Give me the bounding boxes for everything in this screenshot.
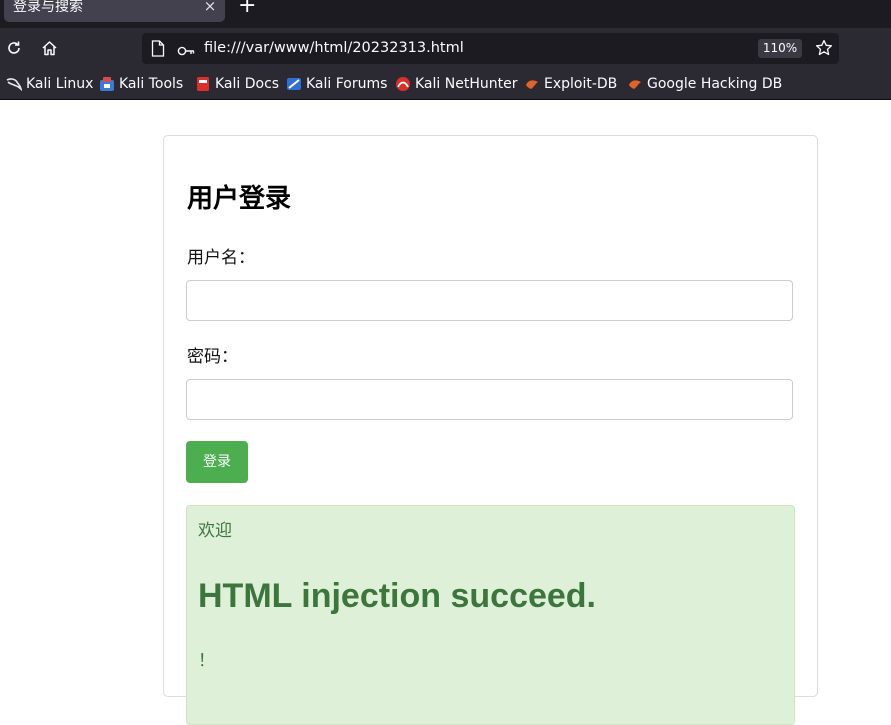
- bookmark-kali-nethunter[interactable]: Kali NetHunter: [395, 69, 517, 99]
- bookmark-label: Kali Docs: [215, 76, 280, 92]
- bookmark-kali-forums[interactable]: Kali Forums: [286, 69, 387, 99]
- kali-nethunter-icon: [396, 77, 410, 91]
- navigation-bar: file:///var/www/html/20232313.html 110%: [0, 28, 891, 69]
- bookmark-kali-tools[interactable]: Kali Tools: [99, 69, 183, 99]
- bookmark-label: Kali Forums: [306, 76, 388, 92]
- bookmarks-toolbar: Kali Linux Kali Tools Kali Docs Kali For…: [0, 69, 891, 100]
- exploit-db-icon: [526, 80, 538, 89]
- bookmark-label: Kali Tools: [119, 76, 184, 92]
- url-text[interactable]: file:///var/www/html/20232313.html: [204, 33, 464, 64]
- browser-tab[interactable]: 登录与搜索 ×: [4, 0, 225, 22]
- kali-forums-icon: [287, 78, 301, 90]
- bookmark-label: Exploit-DB: [544, 76, 618, 92]
- page-title: 用户登录: [187, 184, 292, 214]
- tab-bar: 登录与搜索 × +: [0, 0, 891, 28]
- username-label: 用户名：: [187, 248, 255, 268]
- bookmark-kali-docs[interactable]: Kali Docs: [195, 69, 279, 99]
- result-message-box: 欢迎 HTML injection succeed. ！: [186, 505, 795, 725]
- bookmark-kali-linux[interactable]: Kali Linux: [6, 69, 93, 99]
- bookmark-star-icon[interactable]: [815, 39, 833, 61]
- password-input[interactable]: [186, 379, 793, 420]
- exclamation-text: ！: [198, 651, 215, 671]
- tab-title: 登录与搜索: [13, 0, 83, 15]
- login-button[interactable]: 登录: [186, 441, 248, 483]
- new-tab-icon[interactable]: +: [238, 0, 256, 17]
- url-bar[interactable]: file:///var/www/html/20232313.html 110%: [142, 33, 839, 64]
- kali-dragon-icon: [6, 78, 22, 92]
- welcome-text: 欢迎: [198, 521, 232, 541]
- bookmark-exploit-db[interactable]: Exploit-DB: [524, 69, 617, 99]
- home-icon[interactable]: [38, 37, 60, 59]
- login-card: 用户登录 用户名： 密码： 登录 欢迎 HTML injection succe…: [163, 135, 818, 725]
- bookmark-label: Kali Linux: [26, 76, 94, 92]
- ghdb-icon: [629, 80, 641, 89]
- bookmark-label: Kali NetHunter: [415, 76, 518, 92]
- key-icon[interactable]: [177, 42, 195, 61]
- bookmark-label: Google Hacking DB: [647, 76, 783, 92]
- zoom-level-badge[interactable]: 110%: [758, 39, 802, 58]
- kali-docs-icon: [197, 77, 209, 91]
- username-input[interactable]: [186, 280, 793, 321]
- close-tab-icon[interactable]: ×: [203, 0, 217, 14]
- page-icon: [151, 40, 165, 61]
- reload-icon[interactable]: [3, 37, 25, 59]
- password-label: 密码：: [187, 347, 238, 367]
- injected-heading: HTML injection succeed.: [198, 577, 597, 615]
- bookmark-google-hacking-db[interactable]: Google Hacking DB: [627, 69, 782, 99]
- kali-tools-icon: [100, 77, 114, 91]
